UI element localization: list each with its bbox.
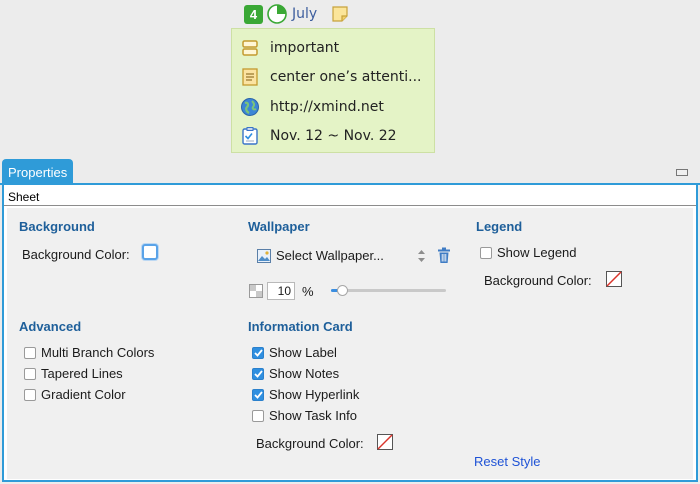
show-label-label: Show Label xyxy=(269,345,337,360)
card-label-row: important xyxy=(240,37,339,59)
multi-branch-colors-option[interactable]: Multi Branch Colors xyxy=(24,345,154,360)
priority-4-icon[interactable]: 4 xyxy=(244,4,263,24)
opacity-input[interactable]: 10 xyxy=(267,282,295,300)
card-note-row: center one’s attenti... xyxy=(240,66,422,88)
trash-icon[interactable] xyxy=(437,247,451,264)
opacity-icon xyxy=(249,284,263,298)
reset-style-link[interactable]: Reset Style xyxy=(474,454,540,469)
card-task-text: Nov. 12 ~ Nov. 22 xyxy=(270,128,397,144)
opacity-slider-thumb[interactable] xyxy=(337,285,348,296)
sheet-label: Sheet xyxy=(4,188,696,206)
background-color-swatch[interactable] xyxy=(142,244,158,260)
legend-background-color-label: Background Color: xyxy=(484,273,592,288)
legend-no-color-swatch[interactable] xyxy=(606,271,622,287)
multi-branch-colors-label: Multi Branch Colors xyxy=(41,345,155,360)
minimize-button[interactable] xyxy=(676,169,688,176)
info-card-no-color-swatch[interactable] xyxy=(377,434,393,450)
wallpaper-select[interactable]: Select Wallpaper... xyxy=(257,248,384,263)
card-note-text: center one’s attenti... xyxy=(270,69,422,85)
background-section-title: Background xyxy=(19,219,95,234)
information-card[interactable]: important center one’s attenti... http:/… xyxy=(231,28,435,153)
show-legend-label: Show Legend xyxy=(497,245,577,260)
show-task-info-checkbox[interactable] xyxy=(252,409,264,422)
label-icon xyxy=(242,40,258,56)
card-hyperlink-text[interactable]: http://xmind.net xyxy=(270,99,384,115)
show-notes-checkbox[interactable] xyxy=(252,367,264,380)
opacity-slider[interactable] xyxy=(331,289,446,292)
progress-pie-icon[interactable] xyxy=(267,4,287,24)
wallpaper-stepper-icon[interactable] xyxy=(417,249,426,263)
show-hyperlink-checkbox[interactable] xyxy=(252,388,264,401)
wallpaper-section-title: Wallpaper xyxy=(248,219,310,234)
advanced-section-title: Advanced xyxy=(19,319,82,334)
show-task-info-option[interactable]: Show Task Info xyxy=(252,408,357,423)
opacity-unit: % xyxy=(302,284,314,299)
show-legend-checkbox[interactable] xyxy=(480,246,492,259)
card-label-text: important xyxy=(270,40,340,56)
show-hyperlink-label: Show Hyperlink xyxy=(269,387,360,402)
properties-content: Background Background Color: Wallpaper S… xyxy=(7,208,693,479)
month-label: July xyxy=(292,6,318,22)
show-label-option[interactable]: Show Label xyxy=(252,345,337,360)
picture-icon xyxy=(257,248,271,263)
show-hyperlink-option[interactable]: Show Hyperlink xyxy=(252,387,359,402)
gradient-color-option[interactable]: Gradient Color xyxy=(24,387,126,402)
card-task-row: Nov. 12 ~ Nov. 22 xyxy=(240,125,397,147)
show-label-checkbox[interactable] xyxy=(252,346,264,359)
info-card-background-color-label: Background Color: xyxy=(256,436,364,451)
gradient-color-label: Gradient Color xyxy=(41,387,126,402)
tab-properties[interactable]: Properties xyxy=(2,159,74,185)
show-task-info-label: Show Task Info xyxy=(269,408,357,423)
topic-marker-row: 4 July xyxy=(244,3,349,25)
show-notes-label: Show Notes xyxy=(269,366,340,381)
wallpaper-select-label: Select Wallpaper... xyxy=(276,248,384,263)
show-notes-option[interactable]: Show Notes xyxy=(252,366,339,381)
notes-icon xyxy=(242,68,258,86)
background-color-label: Background Color: xyxy=(22,247,130,262)
gradient-color-checkbox[interactable] xyxy=(24,388,36,401)
show-legend-option[interactable]: Show Legend xyxy=(480,245,577,260)
globe-icon xyxy=(241,98,259,116)
information-card-section-title: Information Card xyxy=(248,319,353,334)
card-hyperlink-row[interactable]: http://xmind.net xyxy=(240,96,384,118)
legend-section-title: Legend xyxy=(476,219,523,234)
properties-panel: Sheet Background Background Color: Wallp… xyxy=(2,185,698,482)
multi-branch-colors-checkbox[interactable] xyxy=(24,346,36,359)
tapered-lines-checkbox[interactable] xyxy=(24,367,36,380)
tapered-lines-label: Tapered Lines xyxy=(41,366,123,381)
task-clipboard-icon xyxy=(242,127,258,145)
tapered-lines-option[interactable]: Tapered Lines xyxy=(24,366,123,381)
sticky-note-icon[interactable] xyxy=(331,5,349,23)
